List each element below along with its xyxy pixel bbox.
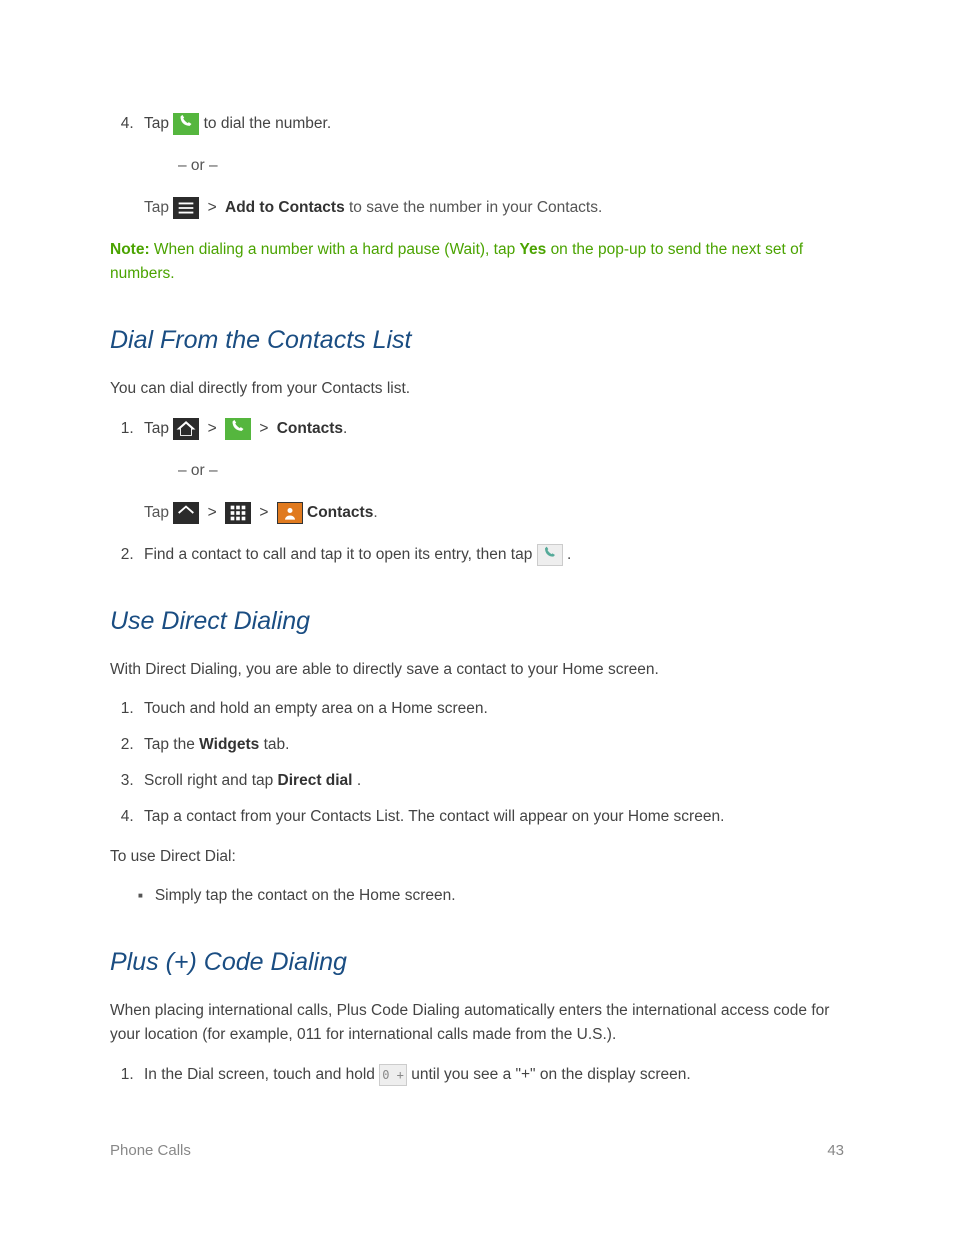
footer: Phone Calls 43 <box>110 1142 844 1159</box>
step-4: Tap to dial the number. – or – Tap > Add… <box>138 112 844 220</box>
sec1-s1b-tap: Tap <box>144 504 169 521</box>
gt: > <box>208 420 217 437</box>
sec1-step2: Find a contact to call and tap it to ope… <box>138 543 844 567</box>
sec1-or: – or – <box>178 459 844 483</box>
step-4-or: – or – <box>178 154 844 178</box>
note: Note: When dialing a number with a hard … <box>110 238 844 286</box>
step-4-tap: Tap <box>144 115 169 132</box>
step-list-top: Tap to dial the number. – or – Tap > Add… <box>110 112 844 220</box>
menu-icon <box>173 197 199 219</box>
contacts-app-icon <box>277 502 303 524</box>
step-4b-tap: Tap <box>144 199 169 216</box>
sec1-s1-contacts: Contacts <box>277 420 343 437</box>
phone-small-icon <box>537 544 563 566</box>
note-label: Note: <box>110 241 150 258</box>
page: Tap to dial the number. – or – Tap > Add… <box>0 0 954 1235</box>
note-yes: Yes <box>520 241 547 258</box>
gt: > <box>259 504 268 521</box>
gt: > <box>208 504 217 521</box>
add-to-contacts: Add to Contacts <box>225 199 345 216</box>
sec2-intro: With Direct Dialing, you are able to dir… <box>110 658 844 682</box>
sec2-s2: Tap the Widgets tab. <box>138 733 844 757</box>
sec1-step1: Tap > > Contacts. – or – Tap > <box>138 417 844 525</box>
gt: > <box>259 420 268 437</box>
zero-plus-key-icon: 0 + <box>379 1064 407 1086</box>
phone-icon <box>225 418 251 440</box>
sec1-s1b-contacts: Contacts <box>307 504 373 521</box>
sec1-s2-pre: Find a contact to call and tap it to ope… <box>144 546 537 563</box>
apps-grid-icon <box>225 502 251 524</box>
sec1-s2-post: . <box>567 546 571 563</box>
phone-icon <box>173 113 199 135</box>
heading-direct-dialing: Use Direct Dialing <box>110 607 844 636</box>
sec2-s1: Touch and hold an empty area on a Home s… <box>138 697 844 721</box>
sec2-s4: Tap a contact from your Contacts List. T… <box>138 805 844 829</box>
heading-plus-code: Plus (+) Code Dialing <box>110 948 844 977</box>
home-icon <box>173 418 199 440</box>
footer-left: Phone Calls <box>110 1142 191 1159</box>
sec3-steps: In the Dial screen, touch and hold 0 + u… <box>110 1063 844 1087</box>
sec1-s1-tap: Tap <box>144 420 169 437</box>
sec2-s3: Scroll right and tap Direct dial . <box>138 769 844 793</box>
heading-dial-contacts: Dial From the Contacts List <box>110 326 844 355</box>
step-4b: Tap > Add to Contacts to save the number… <box>144 196 844 220</box>
sec2-steps: Touch and hold an empty area on a Home s… <box>110 697 844 829</box>
note-pre: When dialing a number with a hard pause … <box>154 241 520 258</box>
sec1-steps: Tap > > Contacts. – or – Tap > <box>110 417 844 567</box>
sec1-step1b: Tap > > Contacts. <box>144 501 844 525</box>
footer-page-number: 43 <box>827 1142 844 1159</box>
sec1-intro: You can dial directly from your Contacts… <box>110 377 844 401</box>
gt: > <box>208 199 217 216</box>
sec2-to-use: To use Direct Dial: <box>110 845 844 869</box>
step-4-after: to dial the number. <box>204 115 332 132</box>
sec3-s1: In the Dial screen, touch and hold 0 + u… <box>138 1063 844 1087</box>
sec2-bullet: Simply tap the contact on the Home scree… <box>138 884 844 908</box>
sec3-intro: When placing international calls, Plus C… <box>110 999 844 1047</box>
home-icon <box>173 502 199 524</box>
sec2-bullets: Simply tap the contact on the Home scree… <box>110 884 844 908</box>
step-4b-after: to save the number in your Contacts. <box>349 199 602 216</box>
